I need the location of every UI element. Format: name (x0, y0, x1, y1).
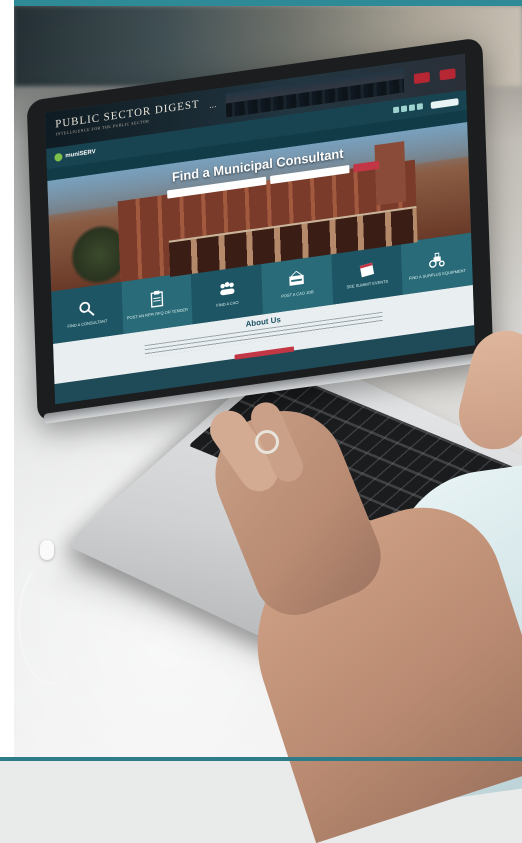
social-icon (393, 106, 400, 114)
social-icon (408, 104, 416, 112)
social-icons (393, 103, 423, 114)
now-hiring-sign-icon (289, 270, 305, 286)
clipboard-icon (150, 290, 164, 308)
tile-label: FIND A CONSULTANT (67, 318, 108, 329)
header-button-1 (413, 71, 430, 85)
bottom-frame-bar (0, 757, 522, 761)
magnifier-icon (79, 301, 95, 316)
header-button-2 (439, 68, 456, 81)
laptop-screen: PUBLIC SECTOR DIGEST INTELLIGENCE FOR TH… (44, 53, 475, 405)
munisserv-brand: muniSERV (54, 148, 96, 162)
ring (255, 430, 279, 454)
brand-logo-icon (54, 152, 63, 162)
earbud (40, 540, 54, 560)
calendar-icon (359, 262, 375, 278)
tile-find-consultant: FIND A CONSULTANT (51, 281, 123, 344)
tile-label: FIND A SURPLUS EQUIPMENT (408, 267, 466, 281)
brand-name: muniSERV (65, 149, 96, 160)
tile-post-rfp: POST AN RFP/ RFQ OR TENDER (121, 271, 193, 335)
laptop-lid: PUBLIC SECTOR DIGEST INTELLIGENCE FOR TH… (26, 37, 510, 424)
social-icon (416, 103, 423, 110)
top-frame-bar (0, 0, 522, 6)
social-icon (400, 105, 408, 113)
site-search-box (430, 97, 459, 109)
tile-label: FIND A CAO (216, 299, 239, 308)
header-bullet-text: • • • (209, 103, 217, 110)
tractor-icon (428, 252, 445, 268)
about-button (234, 346, 295, 360)
tile-label: POST AN RFP/ RFQ OR TENDER (126, 306, 189, 321)
tile-label: SEE SUMMIT EVENTS (346, 278, 389, 290)
people-icon (219, 282, 235, 296)
earphone-cable (18, 560, 82, 684)
tile-label: POST A CAO JOB (281, 289, 314, 299)
left-frame-bar (0, 0, 14, 761)
